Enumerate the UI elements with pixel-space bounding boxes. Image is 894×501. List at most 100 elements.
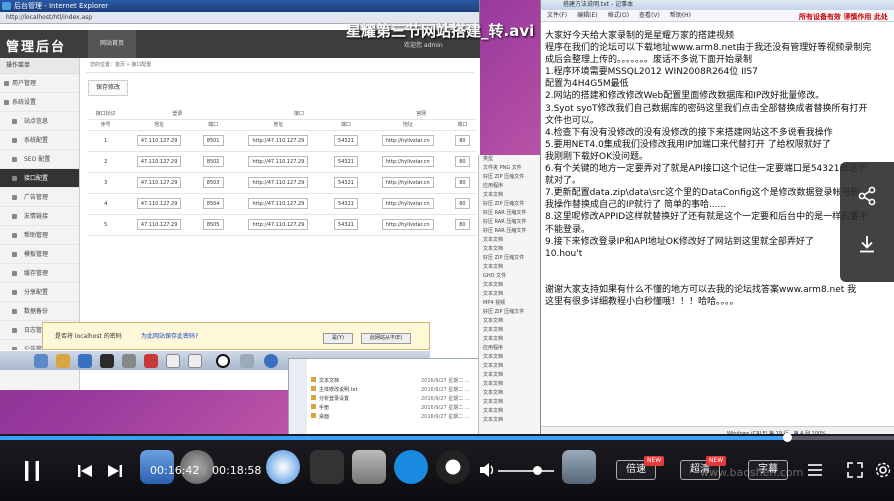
cell-input[interactable]: 8501 bbox=[202, 135, 224, 146]
cell-input[interactable]: 8502 bbox=[202, 156, 224, 167]
cell-input[interactable]: http://47.110.127.29 bbox=[248, 156, 309, 167]
cell-input[interactable]: 8503 bbox=[202, 177, 224, 188]
safari-icon[interactable] bbox=[266, 450, 300, 484]
cell-input[interactable]: 80 bbox=[455, 135, 470, 146]
save-button[interactable]: 保存修改 bbox=[88, 80, 128, 96]
list-item[interactable]: 文本文档 bbox=[479, 335, 544, 344]
share-icon[interactable] bbox=[854, 186, 880, 212]
list-item[interactable]: 好压 ZIP 压缩文件 bbox=[479, 254, 544, 263]
close-icon[interactable]: ✕ bbox=[864, 16, 882, 34]
cell-input[interactable]: http://47.110.127.29 bbox=[248, 135, 309, 146]
download-icon[interactable] bbox=[854, 234, 880, 260]
volume-handle[interactable] bbox=[533, 466, 542, 475]
list-item[interactable]: 文本文档 bbox=[479, 263, 544, 272]
sidebar-item[interactable]: 接口配置 bbox=[0, 169, 79, 188]
notepad-text[interactable]: 大家好今天给大家录制的是星耀万家的搭建视频 程序在我们的论坛可以下载地址www.a… bbox=[545, 30, 885, 308]
tab-site-home[interactable]: 网站首页 bbox=[88, 30, 136, 58]
list-item[interactable]: 主体修改说明.txt 2016/9/27 星期二 ... bbox=[311, 386, 470, 393]
ie-address-text[interactable]: http://localhost/htl/index.asp bbox=[6, 12, 92, 23]
volume-icon[interactable] bbox=[478, 461, 496, 479]
list-item[interactable]: 文本文档 bbox=[479, 389, 544, 398]
ie-icon[interactable] bbox=[78, 354, 92, 368]
cell-input[interactable]: 80 bbox=[455, 156, 470, 167]
menu-item[interactable]: 帮助(H) bbox=[670, 12, 691, 19]
list-item[interactable]: 好压 ZIP 压缩文件 bbox=[479, 200, 544, 209]
sidebar-item[interactable]: 系统配置 bbox=[0, 131, 79, 150]
list-item[interactable]: 好压 ZIP 压缩文件 bbox=[479, 173, 544, 182]
list-item[interactable]: 文件夹 PNG 文件 bbox=[479, 164, 544, 173]
list-item[interactable]: 文本文档 bbox=[479, 290, 544, 299]
sidebar-item[interactable]: 站点信息 bbox=[0, 112, 79, 131]
folder-icon[interactable] bbox=[56, 354, 70, 368]
taskbar-app-icon[interactable] bbox=[34, 354, 48, 368]
list-item[interactable]: 类型 bbox=[479, 155, 544, 164]
sidebar-item[interactable]: 广告管理 bbox=[0, 188, 79, 207]
list-item[interactable]: 文本文档 bbox=[479, 326, 544, 335]
sidebar-item[interactable]: 缓存管理 bbox=[0, 264, 79, 283]
settings-icon[interactable] bbox=[874, 461, 892, 479]
cell-input[interactable]: 47.110.127.29 bbox=[136, 219, 182, 230]
list-item[interactable]: 文本文档 bbox=[479, 398, 544, 407]
list-item[interactable]: 文本文档 bbox=[479, 245, 544, 254]
sidebar-item[interactable]: 分享配置 bbox=[0, 283, 79, 302]
app-icon[interactable] bbox=[144, 354, 158, 368]
cell-input[interactable]: 54321 bbox=[334, 177, 358, 188]
list-item[interactable]: MP4 视频 bbox=[479, 299, 544, 308]
fullscreen-icon[interactable] bbox=[846, 461, 864, 479]
list-item[interactable]: 文本文档 bbox=[479, 236, 544, 245]
cell-input[interactable]: 54321 bbox=[334, 135, 358, 146]
menu-item[interactable]: 查看(V) bbox=[639, 12, 660, 19]
window-icon[interactable] bbox=[188, 354, 202, 368]
prev-icon[interactable] bbox=[76, 462, 94, 480]
tool-icon[interactable] bbox=[122, 354, 136, 368]
menu-item[interactable]: 文件(F) bbox=[547, 12, 567, 19]
widget-icon[interactable] bbox=[310, 450, 344, 484]
list-item[interactable]: 好压 ZIP 压缩文件 bbox=[479, 308, 544, 317]
sidebar-item[interactable]: 友情链接 bbox=[0, 207, 79, 226]
dialog-yes-button[interactable]: 是(Y) bbox=[323, 333, 353, 344]
list-item[interactable]: 应用程序 bbox=[479, 344, 544, 353]
playlist-icon[interactable] bbox=[806, 461, 824, 479]
list-item[interactable]: 文本文档 bbox=[479, 191, 544, 200]
cell-input[interactable]: http://47.110.127.29 bbox=[248, 177, 309, 188]
window-icon[interactable] bbox=[166, 354, 180, 368]
list-item[interactable]: 应用程序 bbox=[479, 182, 544, 191]
cell-input[interactable]: 54321 bbox=[334, 156, 358, 167]
dialog-link[interactable]: 为此网站保存此密码? bbox=[141, 331, 198, 340]
cell-input[interactable]: http://hyllvstar.cn bbox=[381, 135, 434, 146]
cell-input[interactable]: 47.110.127.29 bbox=[136, 135, 182, 146]
ball-icon[interactable] bbox=[216, 354, 230, 368]
list-item[interactable]: 文本文档 bbox=[479, 281, 544, 290]
pip-icon[interactable]: ▭ bbox=[780, 16, 798, 34]
cell-input[interactable]: 54321 bbox=[334, 219, 358, 230]
cell-input[interactable]: 47.110.127.29 bbox=[136, 198, 182, 209]
list-item[interactable]: 文本文档 bbox=[479, 380, 544, 389]
sidebar-item[interactable]: 用户管理 bbox=[0, 74, 79, 93]
list-item[interactable]: 文本文档 2016/9/27 星期二 ... bbox=[311, 377, 470, 384]
cell-input[interactable]: 8505 bbox=[202, 219, 224, 230]
menu-item[interactable]: 编辑(E) bbox=[577, 12, 597, 19]
network-icon[interactable] bbox=[240, 354, 254, 368]
qq-icon[interactable] bbox=[436, 450, 470, 484]
menu-item[interactable]: 格式(O) bbox=[608, 12, 629, 19]
list-item[interactable]: 文本文档 bbox=[479, 317, 544, 326]
list-item[interactable]: 好压 RAR 压缩文件 bbox=[479, 227, 544, 236]
cell-input[interactable]: http://47.110.127.29 bbox=[248, 219, 309, 230]
cell-input[interactable]: http://hyllvstar.cn bbox=[381, 177, 434, 188]
cell-input[interactable]: 47.110.127.29 bbox=[136, 156, 182, 167]
cell-input[interactable]: 80 bbox=[455, 219, 470, 230]
cell-input[interactable]: http://hyllvstar.cn bbox=[381, 219, 434, 230]
list-item[interactable]: 好压 RAR 压缩文件 bbox=[479, 218, 544, 227]
preview-icon[interactable] bbox=[352, 450, 386, 484]
list-item[interactable]: 文本文档 bbox=[479, 362, 544, 371]
cell-input[interactable]: http://hyllvstar.cn bbox=[381, 198, 434, 209]
list-item[interactable]: 文本文档 bbox=[479, 371, 544, 380]
maximize-icon[interactable]: ☐ bbox=[836, 16, 854, 34]
sidebar-item[interactable]: 模板管理 bbox=[0, 245, 79, 264]
list-item[interactable]: 手册 2016/9/27 星期二 ... bbox=[311, 404, 470, 411]
list-item[interactable]: 文本文档 bbox=[479, 407, 544, 416]
terminal-icon[interactable] bbox=[100, 354, 114, 368]
volume-track[interactable] bbox=[498, 470, 554, 472]
list-item[interactable]: 好压 RAR 压缩文件 bbox=[479, 209, 544, 218]
cell-input[interactable]: 8504 bbox=[202, 198, 224, 209]
